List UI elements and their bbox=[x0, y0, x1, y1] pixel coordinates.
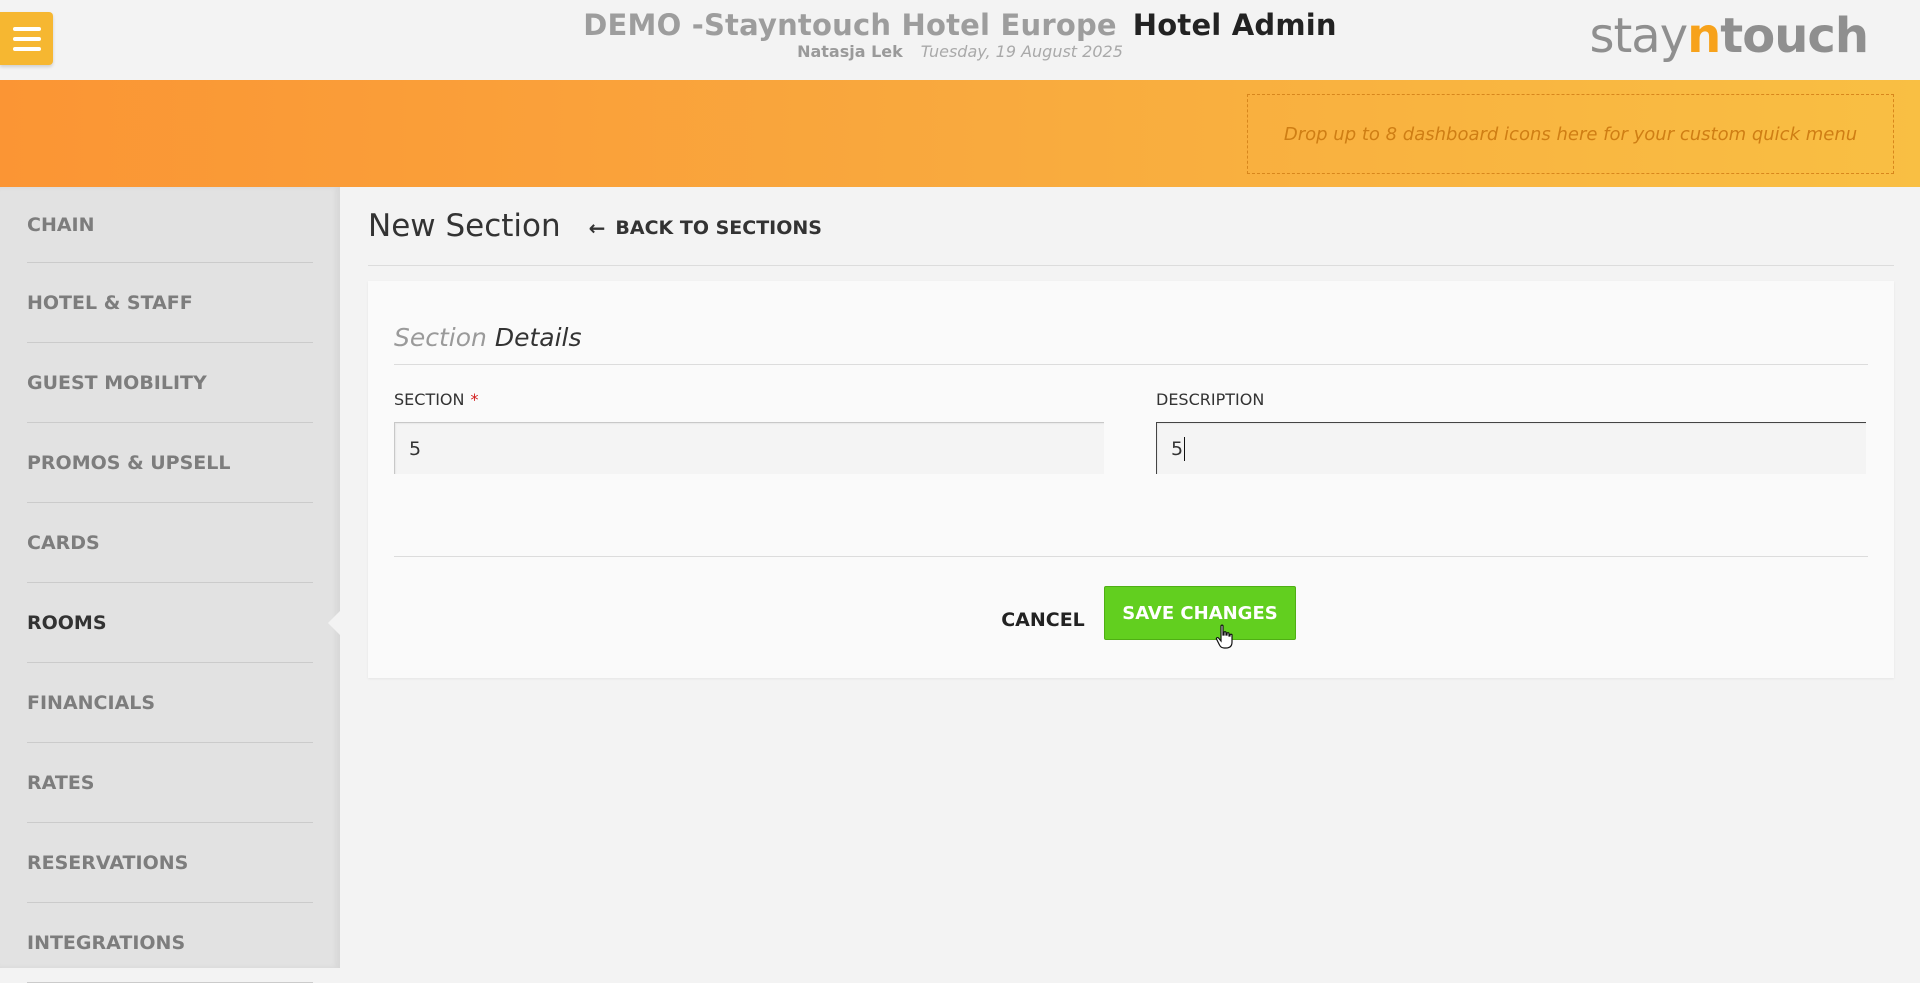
current-date: Tuesday, 19 August 2025 bbox=[920, 42, 1123, 61]
hand-cursor-icon bbox=[1215, 624, 1233, 649]
app-name: Hotel Admin bbox=[1132, 8, 1337, 42]
sidebar-item-rates[interactable]: RATES bbox=[27, 743, 313, 823]
card-divider bbox=[394, 556, 1868, 557]
sidebar-item-promos-upsell[interactable]: PROMOS & UPSELL bbox=[27, 423, 313, 503]
save-changes-button[interactable]: SAVE CHANGES bbox=[1104, 586, 1296, 640]
sidebar-item-integrations[interactable]: INTEGRATIONS bbox=[27, 903, 313, 983]
active-indicator bbox=[328, 611, 340, 635]
section-details-card: Section Details SECTION * 5 DESCRIPTION 5… bbox=[368, 281, 1894, 678]
required-mark: * bbox=[470, 390, 479, 409]
sidebar-item-financials[interactable]: FINANCIALS bbox=[27, 663, 313, 743]
hotel-name: DEMO -Stayntouch Hotel Europe bbox=[583, 8, 1117, 42]
sidebar-item-reservations[interactable]: RESERVATIONS bbox=[27, 823, 313, 903]
text-caret bbox=[1184, 436, 1186, 461]
page-title-bar: New Section ← BACK TO SECTIONS bbox=[368, 187, 1894, 266]
section-input[interactable]: 5 bbox=[394, 422, 1104, 474]
sidebar-item-chain[interactable]: CHAIN bbox=[27, 187, 313, 263]
section-label: SECTION * bbox=[394, 390, 479, 409]
arrow-left-icon: ← bbox=[588, 216, 606, 240]
back-to-sections-link[interactable]: ← BACK TO SECTIONS bbox=[589, 216, 822, 240]
sidebar-item-rooms[interactable]: ROOMS bbox=[27, 583, 340, 663]
description-label: DESCRIPTION bbox=[1156, 390, 1265, 409]
user-name: Natasja Lek bbox=[797, 42, 903, 61]
main-content: New Section ← BACK TO SECTIONS Section D… bbox=[368, 187, 1894, 678]
sidebar-item-cards[interactable]: CARDS bbox=[27, 503, 313, 583]
sidebar-nav: CHAIN HOTEL & STAFF GUEST MOBILITY PROMO… bbox=[0, 187, 340, 983]
quick-menu-bar: Drop up to 8 dashboard icons here for yo… bbox=[0, 80, 1920, 187]
sidebar-item-guest-mobility[interactable]: GUEST MOBILITY bbox=[27, 343, 313, 423]
quick-menu-drop-zone[interactable]: Drop up to 8 dashboard icons here for yo… bbox=[1247, 94, 1894, 174]
sidebar-item-hotel-staff[interactable]: HOTEL & STAFF bbox=[27, 263, 313, 343]
stayntouch-logo: stayntouch bbox=[1589, 8, 1869, 64]
card-heading: Section Details bbox=[394, 323, 1868, 365]
cancel-button[interactable]: CANCEL bbox=[978, 599, 1108, 641]
page-title: New Section bbox=[368, 208, 561, 244]
app-header: DEMO -Stayntouch Hotel Europe Hotel Admin… bbox=[0, 0, 1920, 80]
description-input[interactable]: 5 bbox=[1156, 422, 1866, 474]
